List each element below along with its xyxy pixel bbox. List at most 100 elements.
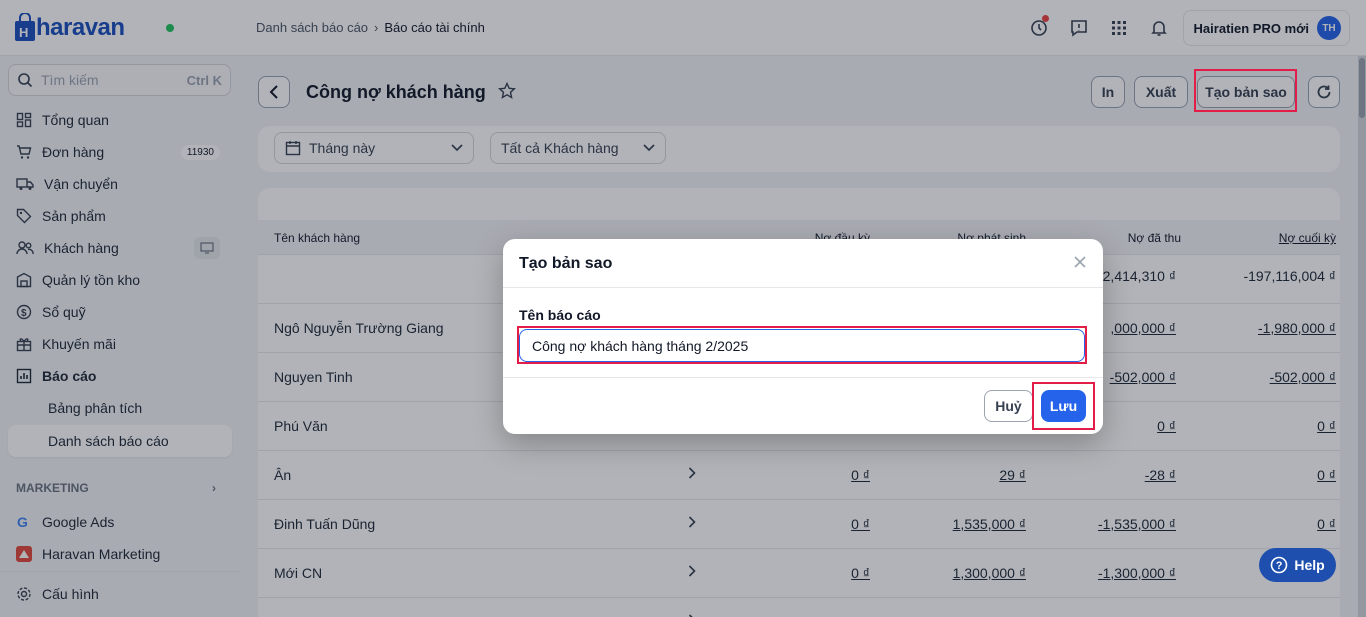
chevron-right-icon[interactable] [688,515,696,531]
sidebar-item-inventory[interactable]: Quản lý tồn kho [8,265,232,295]
sidebar: Tìm kiếm Ctrl K Tổng quan Đơn hàng 11930… [0,56,240,617]
sidebar-item-products[interactable]: Sản phẩm [8,201,232,231]
notification-dot [1041,15,1049,22]
refresh-icon [1317,85,1331,99]
breadcrumb-reports-list[interactable]: Danh sách báo cáo [256,20,368,35]
page-scrollbar[interactable] [1358,56,1366,617]
bar-chart-icon [16,368,32,384]
table-row[interactable]: Đinh Tuấn Dũng 0 ₫ 1,535,000 ₫ -1,535,000 ₫… [258,500,1340,549]
chevron-down-icon [451,144,463,152]
export-button[interactable]: Xuất [1134,76,1188,108]
collected-debt-cell: ,000,000 ₫ [1110,320,1176,336]
sidebar-item-analytics[interactable]: Bảng phân tích [8,393,232,423]
feedback-icon[interactable] [1059,10,1099,46]
favorite-star-icon[interactable] [497,81,517,103]
help-button[interactable]: ? Help [1259,548,1336,582]
gear-icon [17,587,31,601]
account-menu[interactable]: Hairatien PRO mới TH [1182,10,1350,46]
svg-text:H: H [19,25,28,40]
cart-icon [17,145,32,159]
account-name: Hairatien PRO mới [1193,20,1309,36]
collected-debt-cell: -28 ₫ [1144,467,1176,483]
collected-debt-cell: -502,000 ₫ [1109,369,1176,385]
chevron-right-icon[interactable] [688,564,696,580]
dollar-circle-icon: $ [16,304,32,320]
date-range-select[interactable]: Tháng này [274,132,474,164]
dialog-title: Tạo bản sao [519,255,613,272]
customer-name-cell: Ngô Nguyễn Trường Giang [274,320,444,336]
chevron-right-icon[interactable] [688,613,696,617]
breadcrumb: Danh sách báo cáo › Báo cáo tài chính [256,20,485,35]
table-row[interactable]: Ân 0 ₫ 29 ₫ -28 ₫ 0 ₫ [258,451,1340,500]
ending-debt-cell: 0 ₫ [1317,418,1336,434]
header-ending-debt[interactable]: Nợ cuối kỳ [1279,231,1336,245]
print-button[interactable]: In [1091,76,1125,108]
ending-debt-cell: -1,980,000 ₫ [1257,320,1336,336]
chevron-down-icon [643,144,655,152]
table-row[interactable]: Tuan Dung0 ₫0 ₫-180,000 ₫-180,000 ₫ [258,598,1340,617]
sidebar-item-haravan-marketing[interactable]: Haravan Marketing [8,539,232,569]
search-icon [18,73,33,88]
customer-select[interactable]: Tất cả Khách hàng [490,132,666,164]
users-icon [16,241,34,255]
refresh-button[interactable] [1308,76,1340,108]
opening-debt-cell: 0 ₫ [851,565,870,581]
back-button[interactable] [258,76,290,108]
sidebar-item-cashbook[interactable]: $ Sổ quỹ [8,297,232,327]
sidebar-item-label: Khuyến mãi [42,336,116,352]
date-range-value: Tháng này [309,140,376,156]
sidebar-item-orders[interactable]: Đơn hàng 11930 [8,137,232,167]
marketing-section-label: MARKETING [16,481,89,495]
bell-icon[interactable] [1139,10,1179,46]
sidebar-item-google-ads[interactable]: G Google Ads [8,507,232,537]
chevron-right-icon[interactable] [688,466,696,482]
sidebar-item-label: Sổ quỹ [42,304,86,320]
customers-screen-icon[interactable] [194,237,220,259]
sidebar-item-label: Haravan Marketing [42,546,161,562]
marketing-section-header[interactable]: MARKETING › [16,481,216,495]
google-icon: G [17,514,28,530]
sidebar-divider [0,571,240,572]
collected-debt-cell: -1,300,000 ₫ [1097,565,1176,581]
question-circle-icon: ? [1271,556,1288,574]
sidebar-item-customers[interactable]: Khách hàng [8,233,232,263]
chevron-right-icon: › [212,481,216,495]
highlight-save-button [1032,382,1095,430]
sidebar-item-overview[interactable]: Tổng quan [8,105,232,135]
table-row[interactable]: Mới CN 0 ₫ 1,300,000 ₫ -1,300,000 ₫ [258,549,1340,598]
svg-text:?: ? [1276,560,1283,572]
dialog-divider [503,287,1103,288]
sidebar-item-reports[interactable]: Báo cáo [8,361,232,391]
customer-name-cell: Phú Văn [274,418,328,434]
svg-text:$: $ [21,308,27,319]
incurred-debt-cell: 29 ₫ [999,467,1026,483]
sidebar-item-settings[interactable]: Cấu hình [8,579,232,609]
dialog-divider [503,377,1103,378]
sidebar-item-label: Quản lý tồn kho [42,272,141,288]
scrollbar-thumb[interactable] [1359,58,1365,118]
cancel-button[interactable]: Huỷ [984,390,1033,422]
sidebar-item-reports-list[interactable]: Danh sách báo cáo [8,425,232,457]
customer-name-cell: Đinh Tuấn Dũng [274,516,376,532]
apps-grid-icon[interactable] [1099,10,1139,46]
search-input[interactable]: Tìm kiếm Ctrl K [8,64,231,96]
online-status-dot [166,24,174,32]
header-collected-debt: Nợ đã thu [1127,231,1181,245]
sidebar-item-shipping[interactable]: Vận chuyển [8,169,232,199]
sync-icon[interactable] [1019,10,1059,46]
haravan-logo[interactable]: H haravan [14,10,174,46]
incurred-debt-cell: 1,300,000 ₫ [952,565,1026,581]
tag-icon [16,208,32,224]
sidebar-item-label: Sản phẩm [42,208,106,224]
customer-select-value: Tất cả Khách hàng [501,140,619,156]
collected-debt-cell: -1,535,000 ₫ [1097,516,1176,532]
header-customer-name: Tên khách hàng [274,231,361,245]
page-title: Công nợ khách hàng [306,82,486,102]
gift-icon [16,338,32,352]
highlight-report-name-input [517,326,1087,364]
close-icon[interactable] [1073,255,1087,272]
sidebar-item-promotions[interactable]: Khuyến mãi [8,329,232,359]
sidebar-item-label: Bảng phân tích [48,400,143,416]
logo-text: haravan [36,14,125,41]
calendar-icon [285,141,301,156]
